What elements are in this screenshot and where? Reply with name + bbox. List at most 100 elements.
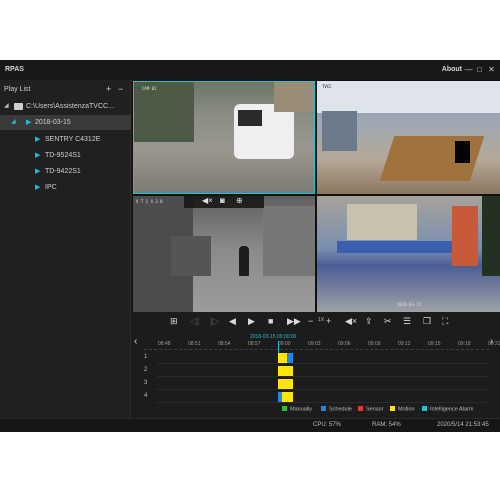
legend-motion: Motion — [390, 406, 415, 413]
frame-forward-icon[interactable]: |▷ — [210, 316, 219, 326]
camera-label: 2018-03-15 — [397, 302, 422, 307]
tree-device-node[interactable]: ▶ TD-9524S1 — [0, 148, 131, 163]
mute-icon[interactable]: ◀× — [345, 316, 357, 326]
snapshot-icon[interactable]: ◙ — [220, 196, 225, 205]
playlist-sidebar: Play List + − ◢ C:\Users\AssistenzaTVCC.… — [0, 80, 131, 418]
camera-view-2[interactable]: TVCC — [317, 81, 500, 194]
mute-icon[interactable]: ◀× — [202, 196, 213, 205]
add-icon[interactable]: + — [106, 84, 111, 94]
ceiling-shape — [317, 81, 500, 113]
camera-view-4[interactable]: 2018-03-15 — [317, 196, 500, 312]
expand-triangle-icon[interactable]: ◢ — [11, 115, 16, 130]
playlist-title: Play List — [4, 86, 31, 93]
tree-date-node[interactable]: ◢ ▶ 2018-03-15 — [0, 115, 131, 130]
channel-number: 2 — [144, 367, 148, 373]
boxes-shape — [263, 206, 315, 276]
device-play-icon: ▶ — [35, 184, 41, 191]
about-menu[interactable]: About — [442, 66, 462, 73]
legend-sensor: Sensor — [358, 406, 383, 413]
tree-device-label: TD-9422S1 — [45, 168, 81, 175]
camera-view-1[interactable]: CAM 01 — [133, 81, 315, 194]
time-tick: 08:48 — [158, 341, 171, 347]
legend-intelligence: Intelligence Alarm — [422, 406, 473, 413]
time-tick: 09:06 — [338, 341, 351, 347]
timeline-left-icon[interactable]: ‹ — [134, 336, 137, 347]
legend-label: Motion — [398, 406, 415, 413]
window-icon[interactable]: ❐ — [423, 316, 431, 326]
legend-swatch — [390, 406, 395, 411]
tree-path-label: C:\Users\AssistenzaTVCC... — [26, 103, 114, 110]
tree-device-node[interactable]: ▶ IPC — [0, 180, 131, 195]
cursor-time-label: 2018-03-15 09:00:00 — [250, 334, 297, 340]
timeline[interactable]: ‹ › 08:48 08:51 08:54 08:57 09:00 09:03 09:06 0… — [132, 332, 500, 404]
clock: 2020/5/14 21:53:45 — [437, 422, 489, 428]
speed-up-icon[interactable]: + — [326, 316, 331, 326]
channel-number: 1 — [144, 354, 148, 360]
tree-device-node[interactable]: ▶ SENTRY C4312E — [0, 132, 131, 147]
stop-icon[interactable]: ■ — [268, 316, 273, 326]
channel-track[interactable] — [157, 392, 489, 403]
channel-number: 4 — [144, 393, 148, 399]
time-tick: 09:09 — [368, 341, 381, 347]
speed-label: 1X — [318, 317, 325, 323]
recording-segment[interactable] — [278, 366, 293, 376]
tree-device-label: TD-9524S1 — [45, 152, 81, 159]
channel-track[interactable] — [157, 353, 489, 364]
blue-counter-shape — [337, 241, 457, 253]
device-play-icon: ▶ — [35, 168, 41, 175]
recording-segment[interactable] — [282, 392, 293, 402]
playlist-icon[interactable]: ☰ — [403, 316, 411, 326]
camera-label: TVCC — [322, 84, 332, 89]
recording-segment[interactable] — [278, 353, 287, 363]
play-icon[interactable]: ▶ — [248, 316, 255, 326]
time-tick: 08:54 — [218, 341, 231, 347]
tree-device-node[interactable]: ▶ TD-9422S1 — [0, 164, 131, 179]
vehicle-window-shape — [238, 110, 262, 126]
zoom-in-icon[interactable]: ⊕ — [236, 196, 243, 205]
time-ruler[interactable]: 08:48 08:51 08:54 08:57 09:00 09:03 09:06 09:09… — [144, 338, 500, 350]
time-tick: 08:51 — [188, 341, 201, 347]
close-icon[interactable]: ✕ — [487, 65, 496, 74]
restore-icon[interactable]: □ — [475, 65, 484, 74]
cpu-usage: CPU: 57% — [313, 422, 342, 428]
channel-row[interactable]: 1 — [132, 352, 500, 365]
minimize-icon[interactable]: — — [464, 65, 473, 74]
hedge-shape — [134, 82, 194, 142]
fast-forward-icon[interactable]: ▶▶ — [287, 316, 301, 326]
tree-path-node[interactable]: ◢ C:\Users\AssistenzaTVCC... — [0, 99, 131, 114]
channel-track[interactable] — [157, 379, 489, 390]
app-window: RPAS About — □ ✕ Play List + − ◢ C:\User… — [0, 60, 500, 432]
camera-label: CAM 01 — [142, 86, 157, 91]
time-tick: 08:57 — [248, 341, 261, 347]
playback-toolbar: ⊞ ◁| |▷ ◀ ▶ ■ ▶▶ − 1X + ◀× ⇪ ✂ ☰ ❐ ⛶ — [132, 312, 500, 331]
camera-view-3[interactable]: V T 1 4 3 0 — [133, 196, 315, 312]
frame-back-icon[interactable]: ◁| — [190, 316, 199, 326]
fullscreen-icon[interactable]: ⛶ — [442, 316, 448, 326]
legend-label: Schedule — [329, 406, 352, 413]
legend-manually: Manually — [282, 406, 312, 413]
time-tick: 09:00 — [278, 341, 291, 347]
channel-row[interactable]: 4 — [132, 391, 500, 404]
title-bar: RPAS About — □ ✕ — [0, 60, 500, 80]
recording-segment[interactable] — [287, 353, 293, 363]
wall-shape — [274, 82, 314, 112]
channel-row[interactable]: 3 — [132, 378, 500, 391]
channel-row[interactable]: 2 — [132, 365, 500, 378]
legend-swatch — [321, 406, 326, 411]
channel-track[interactable] — [157, 366, 489, 377]
split-screen-icon[interactable]: ⊞ — [170, 316, 178, 326]
remove-icon[interactable]: − — [118, 84, 123, 94]
camera-label: V T 1 4 3 0 — [136, 199, 163, 204]
clip-icon[interactable]: ✂ — [384, 316, 392, 326]
speed-down-icon[interactable]: − — [308, 316, 313, 326]
time-tick: 09:15 — [428, 341, 441, 347]
export-icon[interactable]: ⇪ — [365, 316, 373, 326]
legend-swatch — [282, 406, 287, 411]
expand-triangle-icon[interactable]: ◢ — [4, 99, 9, 114]
legend-label: Manually — [290, 406, 313, 413]
door-shape — [322, 111, 357, 151]
privacy-mask-shape — [455, 141, 470, 163]
recording-segment[interactable] — [278, 379, 293, 389]
folder-icon — [14, 103, 23, 110]
rewind-icon[interactable]: ◀ — [229, 316, 236, 326]
